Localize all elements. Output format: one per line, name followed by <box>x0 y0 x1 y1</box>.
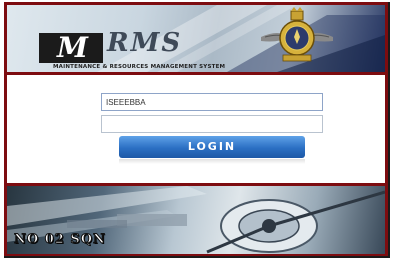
password-input[interactable] <box>101 115 323 133</box>
login-button[interactable]: LOGIN <box>119 136 305 158</box>
header-banner: M RMS MAINTENANCE & RESOURCES MANAGEMENT… <box>7 5 385 72</box>
squadron-crest-icon <box>261 7 333 62</box>
logo-text: RMS <box>107 28 183 58</box>
login-window: M RMS MAINTENANCE & RESOURCES MANAGEMENT… <box>4 2 390 258</box>
username-input[interactable] <box>101 93 323 111</box>
login-button-reflection <box>119 159 305 164</box>
logo-mark: M <box>39 33 103 63</box>
login-panel: LOGIN <box>7 75 385 183</box>
unit-label: NO 02 SQN <box>14 232 106 248</box>
logo-subtitle: MAINTENANCE & RESOURCES MANAGEMENT SYSTE… <box>53 64 226 70</box>
